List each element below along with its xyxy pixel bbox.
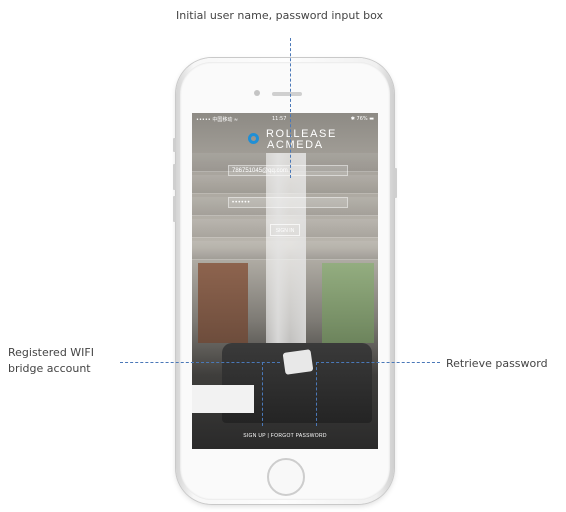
footer-separator: | xyxy=(267,433,270,439)
annotation-left: Registered WIFI bridge account xyxy=(8,345,94,377)
leader-line-forgot-vertical xyxy=(316,362,317,426)
background-pillow xyxy=(282,349,314,375)
annotation-left-line1: Registered WIFI xyxy=(8,346,94,359)
forgot-password-link[interactable]: FORGOT PASSWORD xyxy=(271,433,327,439)
background-curtain xyxy=(266,153,306,353)
phone-frame: ••••• 中国移动 ≈ 11:57 ✱ 76% ▬ ROLLEASE ACME… xyxy=(173,58,397,504)
app-screen: ••••• 中国移动 ≈ 11:57 ✱ 76% ▬ ROLLEASE ACME… xyxy=(192,113,378,449)
password-input[interactable]: •••••• xyxy=(228,197,348,208)
footer-links: SIGN UP | FORGOT PASSWORD xyxy=(192,433,378,439)
leader-line-left-horizontal xyxy=(120,362,280,363)
power-button xyxy=(394,168,397,198)
status-bar: ••••• 中国移动 ≈ 11:57 ✱ 76% ▬ xyxy=(192,113,378,125)
background-window-left xyxy=(198,263,248,343)
background-table xyxy=(192,385,254,413)
leader-line-top xyxy=(290,38,291,178)
volume-up-button xyxy=(173,164,176,190)
annotation-right: Retrieve password xyxy=(446,357,548,370)
leader-line-signup-vertical xyxy=(262,362,263,426)
leader-line-right-horizontal xyxy=(316,362,440,363)
annotation-top: Initial user name, password input box xyxy=(176,9,384,22)
sign-up-link[interactable]: SIGN UP xyxy=(243,433,266,439)
sign-in-button[interactable]: SIGN IN xyxy=(270,224,300,236)
rollease-logo-icon xyxy=(248,133,259,144)
earpiece-speaker xyxy=(272,92,302,96)
status-time: 11:57 xyxy=(272,116,287,122)
brand-line2: ACMEDA xyxy=(267,139,324,151)
carrier-signal: ••••• 中国移动 ≈ xyxy=(196,117,239,123)
home-button xyxy=(267,458,305,496)
brand-logo-text: ROLLEASE ACMEDA xyxy=(266,129,337,151)
background-window-right xyxy=(322,263,374,343)
battery-indicator: ✱ 76% ▬ xyxy=(350,116,374,122)
volume-down-button xyxy=(173,196,176,222)
front-camera xyxy=(254,90,260,96)
annotation-left-line2: bridge account xyxy=(8,362,91,375)
username-input[interactable]: 786751045@qq.com xyxy=(228,165,348,176)
mute-switch xyxy=(173,138,176,152)
